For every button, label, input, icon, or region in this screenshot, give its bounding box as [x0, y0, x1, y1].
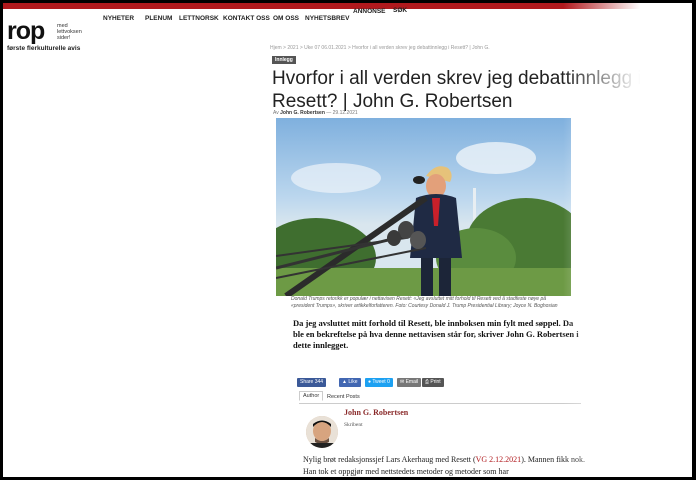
- thumbs-up-icon: ▲: [342, 379, 347, 385]
- photo-illustration: [276, 142, 571, 296]
- article-byline: Av John G. Robertsen — 29.12.2021: [273, 110, 358, 116]
- logo-tagline: første flerkulturelle avis: [7, 45, 81, 52]
- vg-source-link[interactable]: VG 2.12.2021: [476, 455, 522, 464]
- article-lead: Da jeg avsluttet mitt forhold til Resett…: [293, 318, 579, 350]
- nav-item-plenum[interactable]: PLENUM: [145, 15, 172, 22]
- twitter-bird-icon: ●: [368, 379, 372, 385]
- byline-author[interactable]: John G. Robertsen: [280, 110, 325, 116]
- facebook-share-count: 344: [314, 379, 324, 385]
- tab-author[interactable]: Author: [299, 391, 324, 401]
- byline-date: 29.12.2021: [332, 110, 358, 116]
- facebook-like-label: Like: [348, 379, 358, 385]
- email-button[interactable]: ✉ Email: [397, 378, 422, 387]
- logo-wordmark: rop: [7, 17, 45, 45]
- site-logo[interactable]: rop med lettvoksen sider! første flerkul…: [5, 17, 91, 57]
- logo-subtext: med lettvoksen sider!: [57, 23, 82, 41]
- breadcrumb[interactable]: Hjem > 2021 > Uke 07 06.01.2021 > Hvorfo…: [270, 45, 490, 51]
- author-avatar: [306, 416, 338, 448]
- author-name-link[interactable]: John G. Robertsen: [344, 408, 408, 417]
- email-icon: ✉: [400, 379, 405, 385]
- print-button[interactable]: ⎙ Print: [422, 378, 444, 387]
- author-box: John G. Robertsen Skribent: [299, 403, 581, 458]
- tweet-button[interactable]: ● Tweet 0: [365, 378, 393, 387]
- facebook-like-button[interactable]: ▲ Like: [339, 378, 361, 387]
- print-label: Print: [430, 379, 441, 385]
- nav-item-sok[interactable]: SØK: [393, 7, 407, 14]
- nav-item-om-oss[interactable]: OM OSS: [273, 15, 299, 22]
- category-tag[interactable]: Innlegg: [272, 56, 296, 64]
- avatar-illustration: [306, 416, 338, 448]
- email-label: Email: [405, 379, 419, 385]
- article-photo: [276, 118, 571, 296]
- nav-item-annonse[interactable]: ANNONSE: [353, 8, 386, 15]
- body-text-start: Nylig brøt redaksjonssjef Lars Akerhaug …: [303, 455, 476, 464]
- browser-page: rop med lettvoksen sider! første flerkul…: [3, 3, 692, 477]
- print-icon: ⎙: [425, 379, 430, 385]
- nav-item-nyhetsbrev[interactable]: NYHETSBREV: [305, 15, 349, 22]
- tweet-label: Tweet: [372, 379, 386, 385]
- nav-item-nyheter[interactable]: NYHETER: [103, 15, 134, 22]
- tweet-count: 0: [387, 379, 390, 385]
- main-nav: NYHETER PLENUM LETTNORSK KONTAKT OSS OM …: [103, 7, 523, 33]
- article-body: Nylig brøt redaksjonssjef Lars Akerhaug …: [303, 454, 588, 477]
- photo-caption: Donald Trumps retorikk er populær i nett…: [291, 296, 558, 309]
- nav-item-kontakt-oss[interactable]: KONTAKT OSS: [223, 15, 270, 22]
- byline-prefix: Av: [273, 110, 279, 116]
- tab-recent-posts[interactable]: Recent Posts: [327, 394, 360, 400]
- nav-item-lettnorsk[interactable]: LETTNORSK: [179, 15, 219, 22]
- author-role: Skribent: [344, 422, 363, 428]
- facebook-share-label: Share: [300, 379, 314, 385]
- facebook-share-button[interactable]: Share 344: [297, 378, 327, 387]
- photo-blur-overlay: [563, 3, 692, 477]
